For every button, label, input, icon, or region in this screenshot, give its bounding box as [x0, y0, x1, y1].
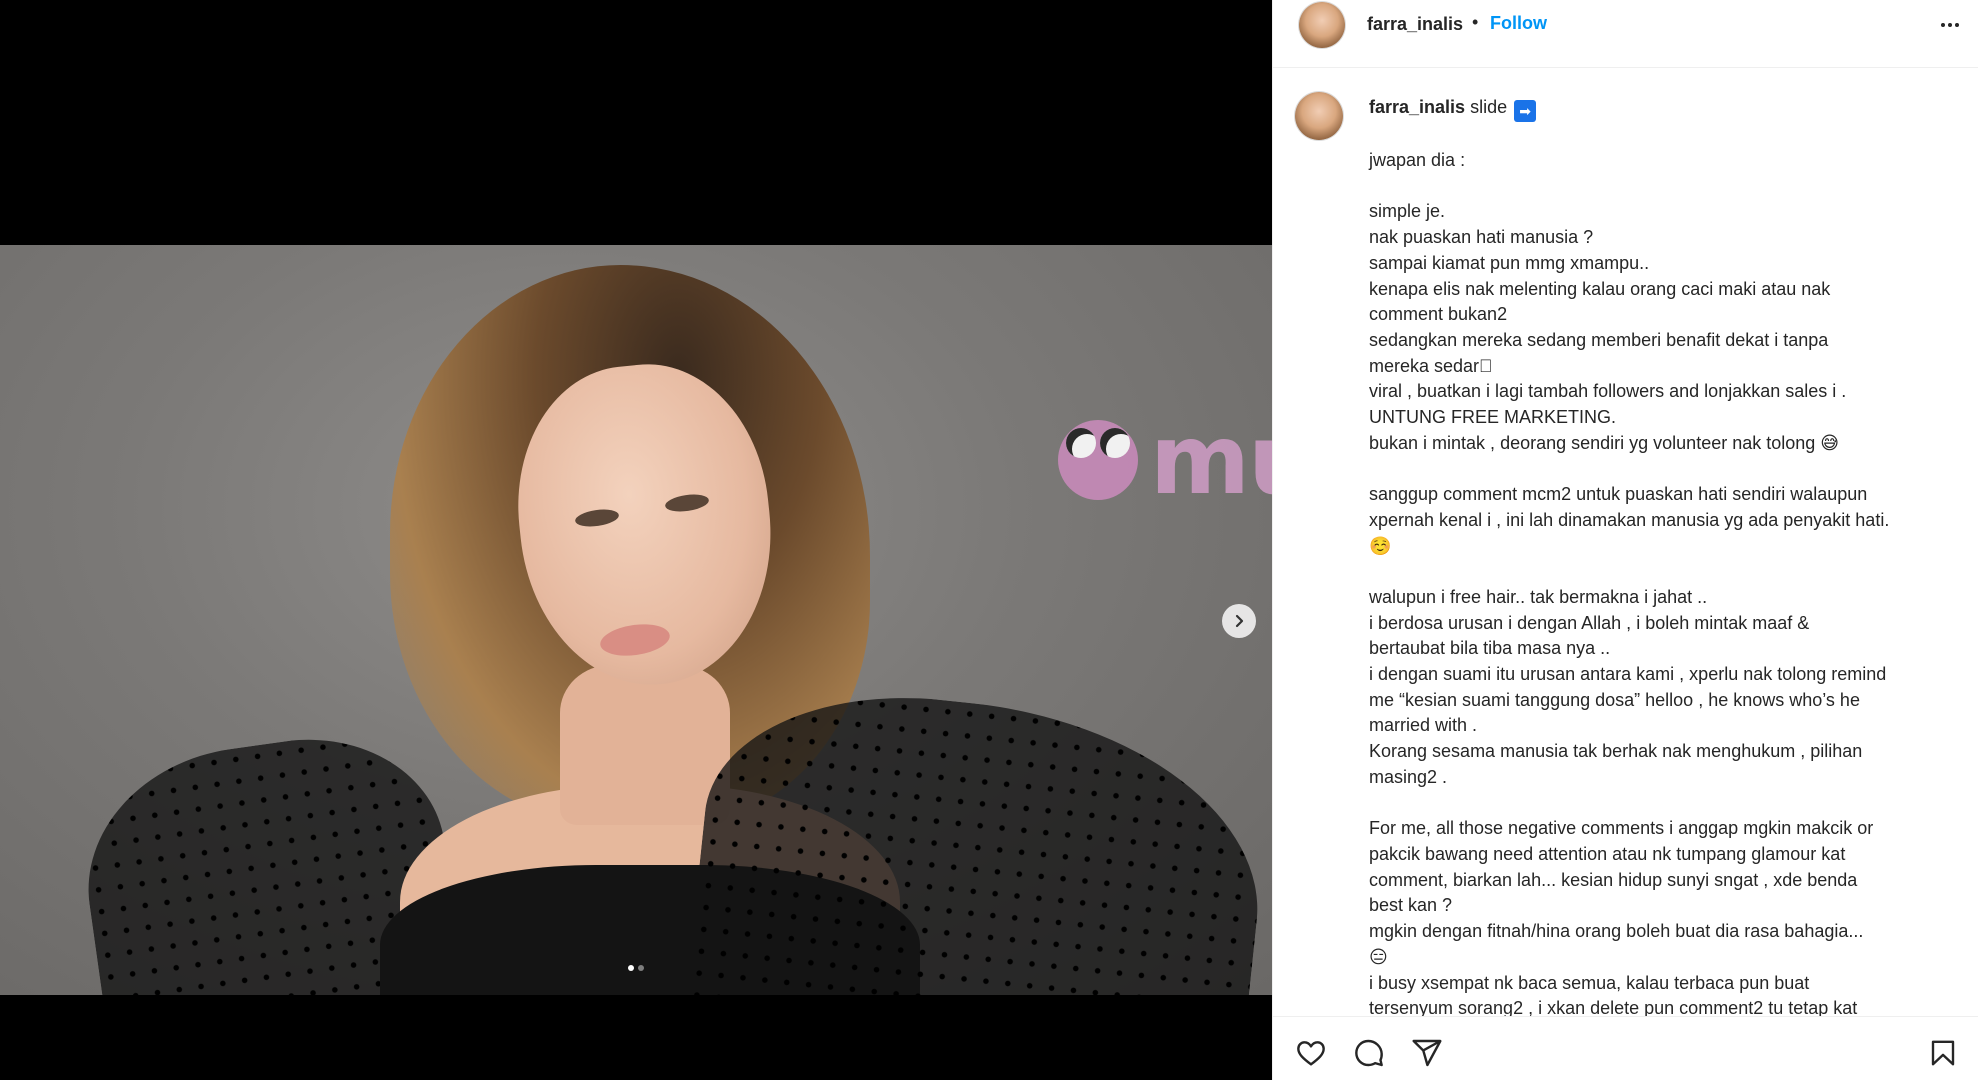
caption-header: farra_inalis slide ➡: [1369, 94, 1537, 122]
share-button[interactable]: [1409, 1035, 1445, 1071]
caption-line: i berdosa urusan i dengan Allah , i bole…: [1369, 612, 1810, 633]
carousel-next-button[interactable]: [1222, 604, 1256, 638]
caption-line: xpernah kenal i , ini lah dinamakan manu…: [1369, 509, 1890, 530]
caption-line: mgkin dengan fitnah/hina orang boleh bua…: [1369, 921, 1864, 942]
caption-username-link[interactable]: farra_inalis: [1369, 97, 1465, 117]
caption-line: me “kesian suami tanggung dosa” helloo ,…: [1369, 689, 1860, 710]
caption-line: masing2 .: [1369, 766, 1448, 787]
avatar[interactable]: [1299, 2, 1345, 48]
caption-section: farra_inalis slide ➡ jwapan dia : simple…: [1273, 68, 1978, 1016]
caption-line: For me, all those negative comments i an…: [1369, 818, 1874, 839]
photo-neck-shape: [560, 665, 730, 825]
caption-line: jwapan dia :: [1369, 150, 1466, 170]
comment-button[interactable]: [1351, 1035, 1387, 1071]
caption-line: [1369, 559, 1959, 585]
header-separator: •: [1472, 12, 1479, 32]
post-actions: [1273, 1016, 1978, 1080]
post-media: murai: [0, 0, 1272, 1080]
save-button[interactable]: [1925, 1035, 1961, 1071]
bookmark-icon: [1931, 1040, 1955, 1066]
caption-text: jwapan dia : simple je. nak puaskan hati …: [1369, 148, 1959, 1016]
caption-line: [1369, 791, 1959, 817]
share-icon: [1412, 1039, 1442, 1067]
caption-line: i busy xsempat nk baca semua, kalau terb…: [1369, 972, 1810, 993]
caption-line: comment bukan2: [1369, 304, 1508, 325]
caption-line: [1369, 456, 1959, 482]
caption-line: married with .: [1369, 715, 1478, 736]
caption-line: nak puaskan hati manusia ?: [1369, 227, 1594, 248]
caption-line: UNTUNG FREE MARKETING.: [1369, 407, 1617, 428]
post-photo[interactable]: [0, 245, 1272, 995]
caption-avatar[interactable]: [1295, 92, 1343, 140]
caption-line: tersenyum sorang2 , i xkan delete pun co…: [1369, 998, 1858, 1016]
follow-button[interactable]: Follow: [1490, 13, 1547, 34]
caption-line: kenapa elis nak melenting kalau orang ca…: [1369, 278, 1831, 299]
caption-line: sanggup comment mcm2 untuk puaskan hati …: [1369, 484, 1868, 505]
post-side-panel: farra_inalis • Follow farra_inalis slide…: [1272, 0, 1978, 1080]
caption-line: [1369, 174, 1959, 200]
heart-icon: [1297, 1041, 1325, 1066]
caption-line: bertaubat bila tiba masa nya ..: [1369, 638, 1611, 659]
header-username-link[interactable]: farra_inalis: [1367, 14, 1463, 35]
caption-line: simple je.: [1369, 201, 1446, 222]
caption-line: ☺️: [1369, 535, 1392, 556]
more-options-button[interactable]: [1935, 10, 1965, 40]
caption-line: best kan ?: [1369, 895, 1453, 916]
caption-line: comment, biarkan lah... kesian hidup sun…: [1369, 869, 1858, 890]
carousel-indicator: [0, 965, 1272, 971]
caption-line: bukan i mintak , deorang sendiri yg volu…: [1369, 432, 1840, 453]
carousel-dot: [638, 965, 644, 971]
caption-line: walupun i free hair.. tak bermakna i jah…: [1369, 586, 1708, 607]
post-header: farra_inalis • Follow: [1273, 0, 1978, 68]
caption-line: mereka sedar􏿽: [1369, 355, 1493, 376]
like-button[interactable]: [1293, 1035, 1329, 1071]
right-arrow-emoji-icon: ➡: [1514, 100, 1537, 122]
caption-head-text: slide: [1470, 97, 1508, 117]
carousel-dot-active: [628, 965, 634, 971]
caption-line: i dengan suami itu urusan antara kami , …: [1369, 664, 1887, 685]
chevron-right-icon: [1235, 614, 1244, 628]
caption-line: pakcik bawang need attention atau nk tum…: [1369, 843, 1846, 864]
more-horizontal-icon: [1941, 23, 1959, 27]
caption-line: sedangkan mereka sedang memberi benafit …: [1369, 329, 1829, 350]
caption-line: sampai kiamat pun mmg xmampu..: [1369, 252, 1650, 273]
comment-icon: [1355, 1039, 1383, 1067]
caption-line: 😑: [1369, 946, 1388, 967]
caption-line: Korang sesama manusia tak berhak nak men…: [1369, 741, 1863, 762]
caption-line: viral , buatkan i lagi tambah followers …: [1369, 381, 1847, 402]
